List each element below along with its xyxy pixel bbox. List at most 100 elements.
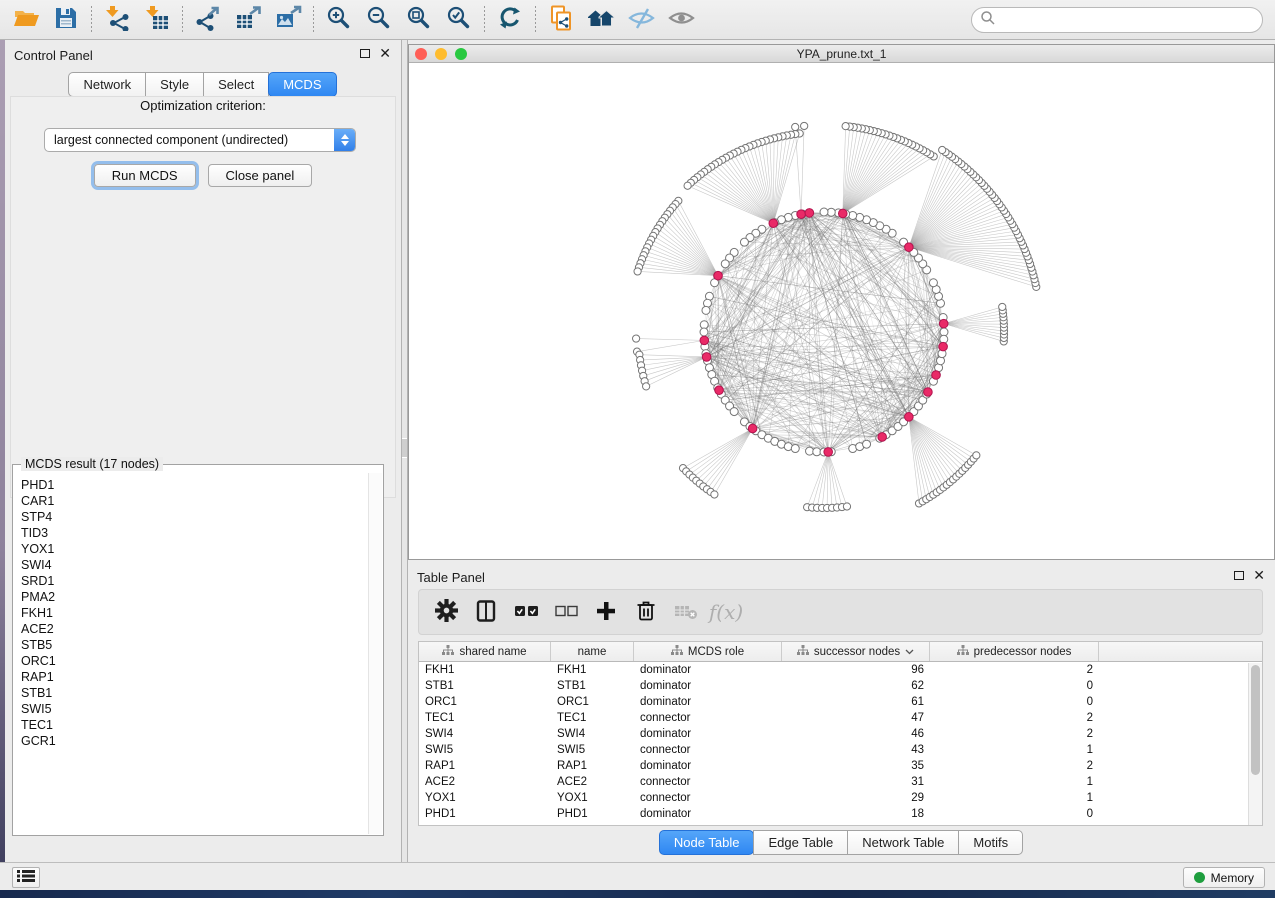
mcds-node-item[interactable]: PHD1 [21,477,368,493]
table-row[interactable]: STB1STB1dominator620 [419,678,1262,694]
column-header-MCDS-role[interactable]: MCDS role [634,642,782,661]
export-image-button[interactable] [268,3,308,37]
mcds-result-list[interactable]: PHD1CAR1STP4TID3YOX1SWI4SRD1PMA2FKH1ACE2… [14,473,368,834]
mcds-node-item[interactable]: SWI5 [21,701,368,717]
show-all-button[interactable] [661,3,701,37]
zoom-selected-button[interactable] [439,3,479,37]
mcds-node-item[interactable]: STB1 [21,685,368,701]
zoom-out-button[interactable] [359,3,399,37]
import-network-button[interactable] [97,3,137,37]
mcds-node-item[interactable]: FKH1 [21,605,368,621]
cell-predecessor-nodes: 0 [930,806,1099,822]
cell-shared-name: YOX1 [419,790,551,806]
column-header-name[interactable]: name [551,642,634,661]
table-row[interactable]: ORC1ORC1dominator610 [419,694,1262,710]
zoom-selected-icon [446,5,472,34]
mcds-node-item[interactable]: RAP1 [21,669,368,685]
delete-table-button [669,594,703,630]
mcds-node-item[interactable]: YOX1 [21,541,368,557]
select-all-rows-button[interactable] [509,594,543,630]
zoom-fit-button[interactable] [399,3,439,37]
splitter-grip[interactable] [402,438,407,458]
refresh-layout-button[interactable] [490,3,530,37]
mcds-node-item[interactable]: CAR1 [21,493,368,509]
column-header-successor-nodes[interactable]: successor nodes [782,642,930,661]
tab-network-table[interactable]: Network Table [847,830,959,855]
mcds-node-item[interactable]: STB5 [21,637,368,653]
vertical-splitter[interactable] [401,40,408,862]
network-window-titlebar[interactable]: YPA_prune.txt_1 [409,45,1274,63]
column-header-shared-name[interactable]: shared name [419,642,551,661]
open-file-button[interactable] [6,3,46,37]
delete-column-button[interactable] [629,594,663,630]
mcds-node-item[interactable]: SWI4 [21,557,368,573]
network-canvas[interactable] [409,63,1274,559]
table-row[interactable]: YOX1YOX1connector291 [419,790,1262,806]
mcds-list-scrollbar[interactable] [368,473,382,834]
export-network-icon [195,5,221,34]
criterion-select[interactable]: largest connected component (undirected) [44,128,356,152]
table-row[interactable]: FKH1FKH1dominator962 [419,662,1262,678]
cell-successor-nodes: 96 [782,662,930,678]
table-row[interactable]: PHD1PHD1dominator180 [419,806,1262,822]
tab-mcds[interactable]: MCDS [268,72,336,97]
search-box [971,7,1263,33]
table-options-button[interactable] [429,594,463,630]
table-row[interactable]: ACE2ACE2connector311 [419,774,1262,790]
mcds-node-item[interactable]: ORC1 [21,653,368,669]
deselect-all-rows-button[interactable] [549,594,583,630]
cell-mcds-role: connector [634,774,782,790]
mcds-node-item[interactable]: GCR1 [21,733,368,749]
export-network-button[interactable] [188,3,228,37]
zoom-in-button[interactable] [319,3,359,37]
tab-node-table[interactable]: Node Table [659,830,755,855]
float-panel-icon[interactable] [360,49,370,58]
table-scrollbar[interactable] [1248,663,1262,825]
table-scrollbar-thumb[interactable] [1251,665,1260,775]
cell-name: PHD1 [551,806,634,822]
close-panel-button[interactable]: Close panel [208,164,313,187]
import-table-button[interactable] [137,3,177,37]
table-row[interactable]: RAP1RAP1dominator352 [419,758,1262,774]
first-neighbors-button[interactable] [581,3,621,37]
fx-icon: f(x) [709,600,743,624]
cell-shared-name: PHD1 [419,806,551,822]
tab-select[interactable]: Select [203,72,269,97]
mcds-node-item[interactable]: TID3 [21,525,368,541]
tab-edge-table[interactable]: Edge Table [753,830,848,855]
table-panel: Table Panel ✕ f(x) shared namenameMCD [408,562,1275,862]
mcds-node-item[interactable]: PMA2 [21,589,368,605]
cell-predecessor-nodes: 1 [930,742,1099,758]
search-icon [980,10,996,31]
save-session-button[interactable] [46,3,86,37]
run-mcds-button[interactable]: Run MCDS [94,164,196,187]
column-header-predecessor-nodes[interactable]: predecessor nodes [930,642,1099,661]
tab-style[interactable]: Style [145,72,204,97]
export-table-button[interactable] [228,3,268,37]
import-table-icon [144,5,170,34]
close-panel-icon[interactable]: ✕ [379,48,391,58]
mcds-node-item[interactable]: SRD1 [21,573,368,589]
float-panel-icon[interactable] [1234,571,1244,580]
task-history-button[interactable] [12,867,40,888]
zoom-out-icon [366,5,392,34]
mcds-node-item[interactable]: ACE2 [21,621,368,637]
add-column-button[interactable] [589,594,623,630]
table-row[interactable]: TEC1TEC1connector472 [419,710,1262,726]
close-panel-icon[interactable]: ✕ [1253,570,1265,580]
column-header-label: name [578,646,607,658]
mcds-node-item[interactable]: STP4 [21,509,368,525]
search-input[interactable] [996,12,1254,28]
table-row[interactable]: SWI4SWI4dominator462 [419,726,1262,742]
table-toolbar: f(x) [418,589,1263,635]
cell-successor-nodes: 62 [782,678,930,694]
hide-selected-button[interactable] [621,3,661,37]
tab-network[interactable]: Network [68,72,146,97]
duplicate-network-button[interactable] [541,3,581,37]
tab-motifs[interactable]: Motifs [958,830,1023,855]
show-columns-button[interactable] [469,594,503,630]
cytoscape-window: Control Panel ✕ NetworkStyleSelectMCDS O… [0,0,1275,898]
mcds-node-item[interactable]: TEC1 [21,717,368,733]
table-row[interactable]: SWI5SWI5connector431 [419,742,1262,758]
memory-button[interactable]: Memory [1183,867,1265,888]
